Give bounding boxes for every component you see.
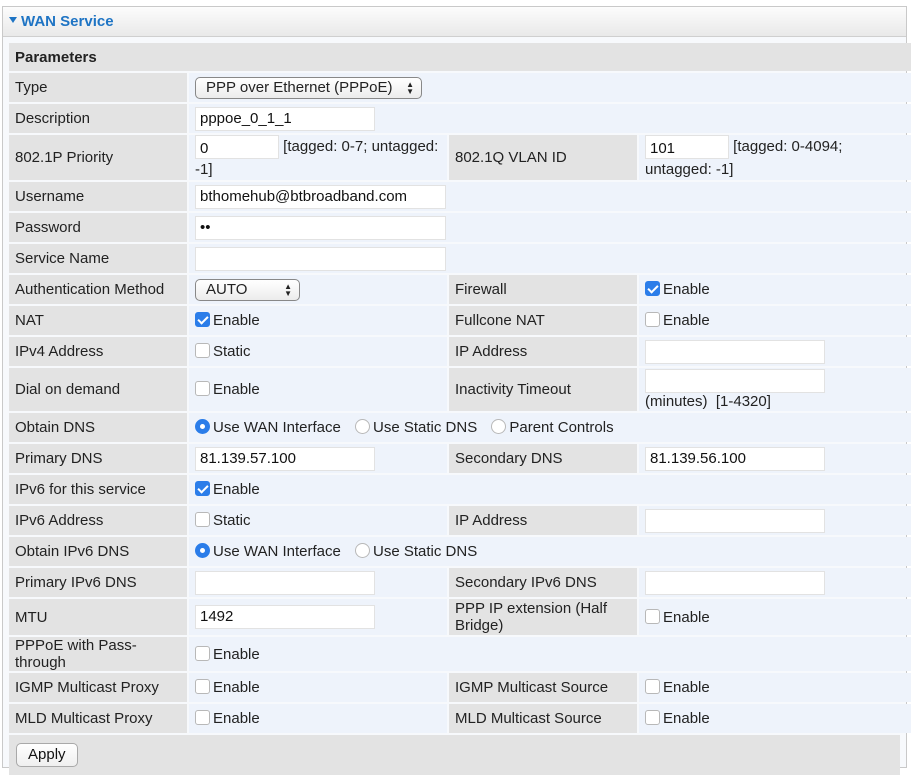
pppoe-pass-checkbox[interactable] bbox=[195, 645, 210, 661]
secondary-dns-label: Secondary DNS bbox=[449, 444, 637, 473]
dns-wan-option: Use WAN Interface bbox=[213, 419, 341, 436]
inactivity-label: Inactivity Timeout bbox=[449, 368, 637, 411]
mld-proxy-option: Enable bbox=[213, 710, 260, 727]
username-label: Username bbox=[9, 182, 187, 211]
ipv6-service-option: Enable bbox=[213, 481, 260, 498]
section-title: Parameters bbox=[9, 43, 911, 71]
ppp-ext-option: Enable bbox=[663, 608, 710, 626]
ipv6-dns-wan-option: Use WAN Interface bbox=[213, 543, 341, 560]
mld-source-checkbox[interactable] bbox=[645, 710, 660, 725]
igmp-proxy-checkbox[interactable] bbox=[195, 679, 210, 694]
pppoe-pass-label: PPPoE with Pass-through bbox=[9, 637, 187, 671]
inactivity-input[interactable] bbox=[645, 369, 825, 393]
panel-title: WAN Service bbox=[21, 13, 114, 30]
primary-dns-label: Primary DNS bbox=[9, 444, 187, 473]
auth-select[interactable]: AUTO ▲ ▼ bbox=[195, 278, 300, 301]
collapse-triangle-icon[interactable] bbox=[9, 17, 17, 23]
igmp-source-checkbox[interactable] bbox=[645, 679, 660, 694]
dns-static-radio[interactable] bbox=[355, 419, 370, 434]
obtain-dns-label: Obtain DNS bbox=[9, 413, 187, 442]
ppp-ext-checkbox[interactable] bbox=[645, 608, 660, 624]
fullcone-label: Fullcone NAT bbox=[449, 306, 637, 335]
igmp-source-option: Enable bbox=[663, 679, 710, 696]
password-input[interactable]: •• bbox=[195, 215, 446, 240]
password-label: Password bbox=[9, 213, 187, 242]
mld-proxy-checkbox[interactable] bbox=[195, 710, 210, 725]
mld-proxy-label: MLD Multicast Proxy bbox=[9, 704, 187, 733]
ipv6-ip-address-input[interactable] bbox=[645, 508, 825, 533]
nat-label: NAT bbox=[9, 306, 187, 335]
description-label: Description bbox=[9, 104, 187, 133]
ipv6-dns-static-option: Use Static DNS bbox=[373, 543, 478, 560]
igmp-proxy-label: IGMP Multicast Proxy bbox=[9, 673, 187, 702]
primary-dns-input[interactable]: 81.139.57.100 bbox=[195, 446, 375, 471]
nat-checkbox[interactable] bbox=[195, 312, 210, 327]
ipv4-label: IPv4 Address bbox=[9, 337, 187, 366]
dns-static-option: Use Static DNS bbox=[373, 419, 478, 436]
dns-parent-radio[interactable] bbox=[491, 419, 507, 434]
pppoe-pass-option: Enable bbox=[213, 645, 260, 663]
obtain-ipv6-dns-label: Obtain IPv6 DNS bbox=[9, 537, 187, 566]
igmp-proxy-option: Enable bbox=[213, 679, 260, 696]
firewall-checkbox[interactable] bbox=[645, 281, 660, 296]
ipv4-static-checkbox[interactable] bbox=[195, 343, 210, 358]
ipaddr-label: IP Address bbox=[449, 337, 637, 366]
priority-label: 802.1P Priority bbox=[9, 135, 187, 180]
mtu-label: MTU bbox=[9, 599, 187, 635]
primary-ipv6-dns-input[interactable] bbox=[195, 570, 375, 595]
vlan-label: 802.1Q VLAN ID bbox=[449, 135, 637, 180]
description-input[interactable]: pppoe_0_1_1 bbox=[195, 106, 375, 131]
ipv6-service-checkbox[interactable] bbox=[195, 481, 210, 496]
service-name-input[interactable] bbox=[195, 246, 446, 271]
ip-address-input[interactable] bbox=[645, 339, 825, 364]
auth-label: Authentication Method bbox=[9, 275, 187, 304]
mld-source-option: Enable bbox=[663, 710, 710, 727]
parameters-table: Parameters Type PPP over Ethernet (PPPoE… bbox=[7, 41, 911, 735]
type-select[interactable]: PPP over Ethernet (PPPoE) ▲ ▼ bbox=[195, 76, 422, 99]
mtu-input[interactable]: 1492 bbox=[195, 605, 375, 629]
ipv6-dns-wan-radio[interactable] bbox=[195, 543, 210, 558]
service-name-label: Service Name bbox=[9, 244, 187, 273]
select-arrows-icon: ▲ ▼ bbox=[406, 79, 414, 96]
footer-bar: Apply bbox=[9, 735, 900, 775]
dns-wan-radio[interactable] bbox=[195, 419, 210, 434]
dns-parent-option: Parent Controls bbox=[509, 419, 614, 436]
type-label: Type bbox=[9, 73, 187, 102]
fullcone-checkbox[interactable] bbox=[645, 312, 660, 327]
secondary-dns-input[interactable]: 81.139.56.100 bbox=[645, 446, 825, 471]
ipv6-static-checkbox[interactable] bbox=[195, 512, 210, 527]
ppp-ext-label: PPP IP extension (Half Bridge) bbox=[449, 599, 637, 635]
inactivity-hint: (minutes) [1-4320] bbox=[645, 393, 771, 410]
dial-checkbox[interactable] bbox=[195, 381, 210, 396]
ipv6-addr-label: IPv6 Address bbox=[9, 506, 187, 535]
dial-label: Dial on demand bbox=[9, 368, 187, 411]
firewall-label: Firewall bbox=[449, 275, 637, 304]
fullcone-option: Enable bbox=[663, 312, 710, 329]
select-arrows-icon: ▲ ▼ bbox=[284, 281, 292, 298]
secondary-ipv6-dns-input[interactable] bbox=[645, 570, 825, 595]
nat-option: Enable bbox=[213, 312, 260, 329]
ipv4-option: Static bbox=[213, 343, 251, 360]
mld-source-label: MLD Multicast Source bbox=[449, 704, 637, 733]
apply-button[interactable]: Apply bbox=[16, 743, 78, 767]
priority-input[interactable]: 0 bbox=[195, 135, 279, 159]
ipv6-addr-option: Static bbox=[213, 512, 251, 529]
ipv6-dns-static-radio[interactable] bbox=[355, 543, 370, 558]
primary-ipv6-dns-label: Primary IPv6 DNS bbox=[9, 568, 187, 597]
panel-header[interactable]: WAN Service bbox=[3, 7, 906, 37]
firewall-option: Enable bbox=[663, 281, 710, 298]
igmp-source-label: IGMP Multicast Source bbox=[449, 673, 637, 702]
vlan-input[interactable]: 101 bbox=[645, 135, 729, 159]
ipv6-ipaddr-label: IP Address bbox=[449, 506, 637, 535]
ipv6-service-label: IPv6 for this service bbox=[9, 475, 187, 504]
wan-service-panel: WAN Service Parameters Type PPP over Eth… bbox=[2, 6, 911, 775]
dial-option: Enable bbox=[213, 381, 260, 398]
username-input[interactable]: bthomehub@btbroadband.com bbox=[195, 184, 446, 209]
secondary-ipv6-dns-label: Secondary IPv6 DNS bbox=[449, 568, 637, 597]
